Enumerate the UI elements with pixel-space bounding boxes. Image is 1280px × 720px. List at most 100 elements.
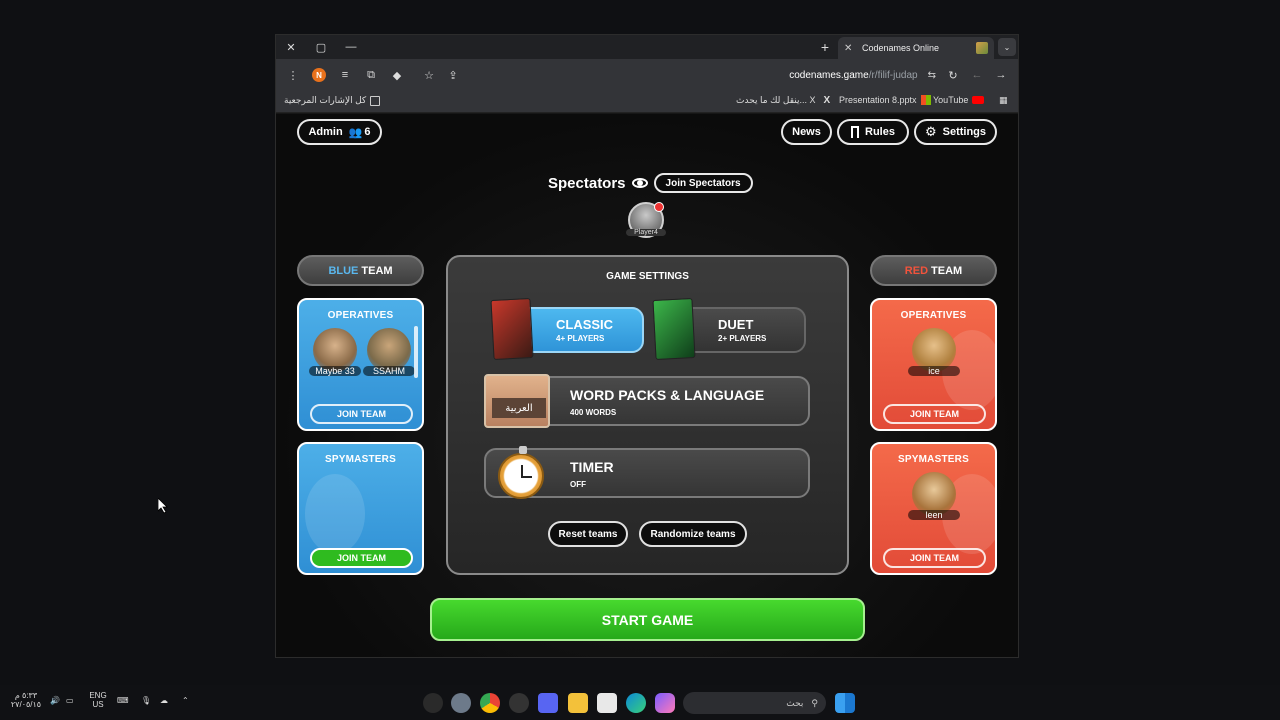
url-path: /r/filif-judap bbox=[868, 69, 918, 81]
spymaster-silhouette bbox=[305, 474, 365, 554]
red-operatives-panel: OPERATIVES ice JOIN TEAM bbox=[870, 298, 997, 431]
classic-box-icon bbox=[490, 297, 534, 361]
tab-search-icon[interactable]: ⌄ bbox=[998, 38, 1016, 56]
settings-app-icon[interactable] bbox=[423, 693, 443, 713]
clock-date: ٢٧/٠٥/١٥ bbox=[10, 700, 42, 709]
bookmark-youtube-label: YouTube bbox=[933, 95, 969, 105]
bookmark-presentation-label: Presentation 8.pptx bbox=[839, 95, 917, 105]
red-spymasters-panel: SPYMASTERS leen JOIN TEAM bbox=[870, 442, 997, 575]
bookmark-icon bbox=[851, 126, 860, 138]
taskbar-search[interactable]: بحث ⚲ bbox=[683, 692, 826, 714]
join-spectators-button[interactable]: Join Spectators bbox=[653, 173, 753, 193]
reading-list-icon[interactable]: ≡ bbox=[334, 64, 356, 86]
all-bookmarks-item[interactable]: كل الإشارات المرجعية bbox=[284, 95, 381, 106]
chrome-icon[interactable] bbox=[480, 693, 500, 713]
store-icon[interactable] bbox=[597, 693, 617, 713]
extensions-icon[interactable]: ⧉ bbox=[360, 64, 382, 86]
timer-title: TIMER bbox=[570, 459, 614, 475]
news-button[interactable]: News bbox=[781, 119, 832, 145]
bookmark-x-post[interactable]: ينقل لك ما يحدث... X X bbox=[736, 95, 830, 106]
microphone-icon[interactable]: 🎙 bbox=[141, 696, 151, 705]
eye-icon bbox=[631, 178, 648, 188]
office-icon bbox=[920, 95, 931, 105]
x-logo-icon: X bbox=[823, 95, 831, 106]
forward-icon[interactable]: → bbox=[990, 64, 1012, 86]
volume-icon[interactable]: 🔊 bbox=[50, 696, 60, 705]
users-icon: 👥 bbox=[348, 126, 363, 139]
bookmarks-bar: كل الإشارات المرجعية ينقل لك ما يحدث... … bbox=[276, 91, 1018, 113]
word-packs-count: 400 WORDS bbox=[570, 408, 617, 417]
language-indicator[interactable]: ENG US bbox=[88, 691, 108, 709]
red-spymasters-join-button[interactable]: JOIN TEAM bbox=[883, 548, 986, 568]
bookmark-presentation[interactable]: Presentation 8.pptx bbox=[839, 95, 931, 105]
minimize-window-icon[interactable]: — bbox=[336, 35, 366, 59]
search-placeholder: بحث bbox=[786, 697, 804, 708]
spectator-name: Player4 bbox=[626, 229, 666, 236]
classic-mode-players: 4+ PLAYERS bbox=[556, 334, 605, 343]
codenames-page: Admin 👥 6 News Rules ⚙ Settings Spectato… bbox=[276, 114, 1018, 657]
spectators-title: Spectators bbox=[548, 174, 626, 192]
taskbar: ٥:٣٣ م ٢٧/٠٥/١٥ 🔊 ▭ ENG US ⌨ 🎙 ☁ ⌃ بحث ⚲ bbox=[0, 685, 1280, 720]
menu-dots-icon[interactable]: ⋮ bbox=[282, 64, 304, 86]
new-tab-icon[interactable]: + bbox=[814, 35, 836, 59]
lang-top: ENG bbox=[89, 691, 107, 700]
red-operatives-title: OPERATIVES bbox=[900, 310, 967, 321]
network-icon[interactable]: ▭ bbox=[66, 696, 74, 705]
url-field[interactable]: codenames.game/r/filif-judap ⇆ bbox=[436, 63, 946, 87]
youtube-icon bbox=[972, 96, 985, 104]
admin-button[interactable]: Admin 👥 6 bbox=[297, 119, 382, 145]
cloud-icon[interactable]: ☁ bbox=[160, 696, 168, 705]
tab-close-icon[interactable]: ✕ bbox=[844, 43, 858, 54]
rules-button[interactable]: Rules bbox=[837, 119, 909, 145]
back-icon[interactable]: ← bbox=[966, 64, 988, 86]
rules-label: Rules bbox=[865, 126, 895, 138]
blue-operative-1: Maybe 33 bbox=[309, 328, 361, 376]
start-game-button[interactable]: START GAME bbox=[430, 598, 865, 641]
browser-titlebar: ✕ ▢ — + ✕ Codenames Online ⌄ bbox=[276, 35, 1018, 59]
settings-button[interactable]: ⚙ Settings bbox=[914, 119, 997, 145]
profile-avatar[interactable]: N bbox=[308, 64, 330, 86]
copilot-icon[interactable] bbox=[655, 693, 675, 713]
blue-spymasters-title: SPYMASTERS bbox=[325, 454, 396, 465]
red-operative-1: ice bbox=[908, 328, 960, 376]
duet-mode-name: DUET bbox=[718, 317, 754, 332]
blue-spymasters-panel: SPYMASTERS JOIN TEAM bbox=[297, 442, 424, 575]
app-icon[interactable] bbox=[509, 693, 529, 713]
extension-diamond-icon[interactable]: ◆ bbox=[386, 64, 408, 86]
search-icon: ⚲ bbox=[811, 697, 818, 708]
red-spymaster-1: leen bbox=[908, 472, 960, 520]
chevron-up-icon[interactable]: ⌃ bbox=[182, 696, 189, 705]
classic-mode-name: CLASSIC bbox=[556, 317, 614, 332]
site-settings-icon[interactable]: ⇆ bbox=[928, 70, 936, 81]
blue-spymasters-join-button[interactable]: JOIN TEAM bbox=[310, 548, 413, 568]
clock[interactable]: ٥:٣٣ م ٢٧/٠٥/١٥ bbox=[10, 691, 42, 709]
address-bar: ⋮ N ≡ ⧉ ◆ ☆ ⇪ codenames.game/r/filif-jud… bbox=[276, 59, 1018, 91]
duet-box-icon bbox=[652, 297, 696, 361]
operatives-scrollbar[interactable] bbox=[414, 326, 418, 378]
maximize-window-icon[interactable]: ▢ bbox=[306, 35, 336, 59]
news-label: News bbox=[792, 126, 821, 138]
file-explorer-icon[interactable] bbox=[568, 693, 588, 713]
blue-team-header: BLUE TEAM bbox=[297, 255, 424, 286]
blue-operatives-join-button[interactable]: JOIN TEAM bbox=[310, 404, 413, 424]
keyboard-icon[interactable]: ⌨ bbox=[117, 696, 129, 705]
codenames-favicon-icon bbox=[976, 42, 988, 54]
game-settings-panel: GAME SETTINGS CLASSIC 4+ PLAYERS DUET 2+… bbox=[446, 255, 849, 575]
reload-icon[interactable]: ↻ bbox=[942, 64, 964, 86]
folder-icon bbox=[370, 95, 381, 106]
reset-teams-button[interactable]: Reset teams bbox=[548, 521, 628, 547]
bookmark-youtube[interactable]: YouTube bbox=[933, 95, 985, 105]
tab-codenames[interactable]: ✕ Codenames Online bbox=[838, 37, 994, 59]
windows-start-icon[interactable] bbox=[835, 693, 855, 713]
close-window-icon[interactable]: ✕ bbox=[276, 35, 306, 59]
apps-grid-icon[interactable]: ▦ bbox=[999, 95, 1008, 106]
gear-app-icon[interactable] bbox=[451, 693, 471, 713]
browser-window: ✕ ▢ — + ✕ Codenames Online ⌄ ⋮ N ≡ ⧉ ◆ ☆… bbox=[275, 34, 1019, 658]
randomize-teams-button[interactable]: Randomize teams bbox=[639, 521, 747, 547]
edge-icon[interactable] bbox=[626, 693, 646, 713]
blue-operatives-panel: OPERATIVES Maybe 33 SSAHM JOIN TEAM bbox=[297, 298, 424, 431]
clock-time: ٥:٣٣ م bbox=[14, 691, 38, 700]
red-operatives-join-button[interactable]: JOIN TEAM bbox=[883, 404, 986, 424]
discord-icon[interactable] bbox=[538, 693, 558, 713]
player-count: 6 bbox=[364, 126, 371, 138]
